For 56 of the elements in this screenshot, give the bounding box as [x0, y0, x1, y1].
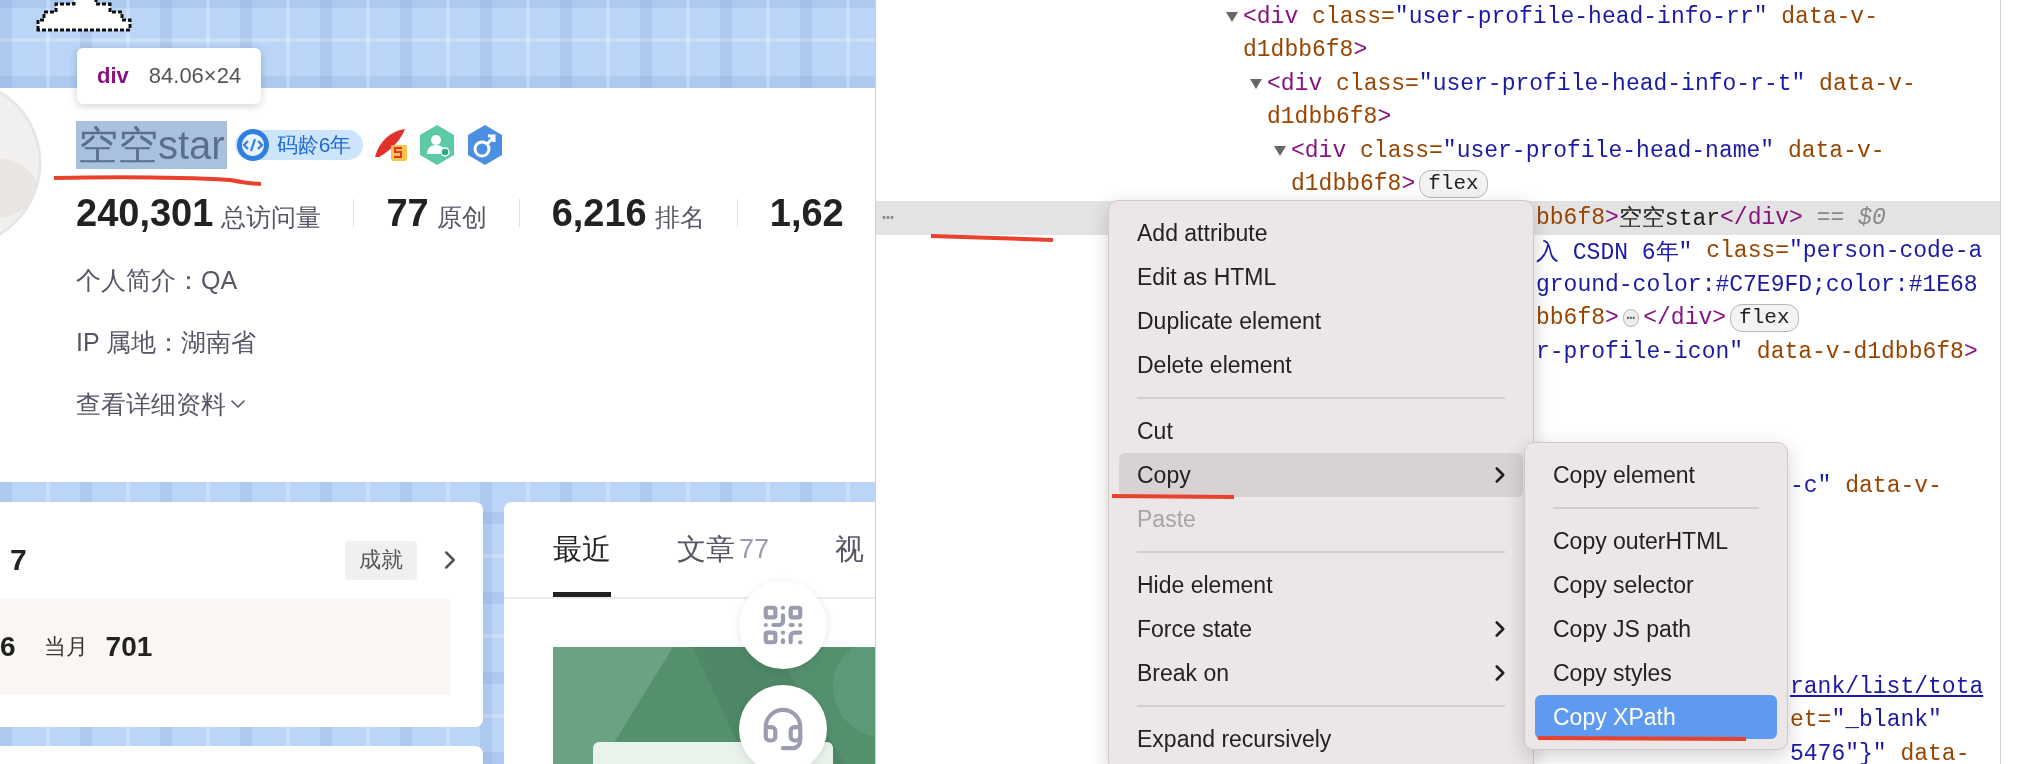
stat-value: 1,62	[769, 191, 844, 235]
tag-text: <div	[1243, 3, 1299, 30]
stat-label: 排名	[654, 201, 705, 233]
user-name: 空空star	[76, 121, 227, 169]
intro-text: 个人简介：QA	[76, 265, 239, 296]
stat-label: 原创	[436, 201, 487, 233]
attribute-value: -c"	[1790, 472, 1832, 499]
attribute-name: bb6f8	[1536, 204, 1605, 231]
stat-value: 6,216	[551, 191, 647, 235]
attribute-name: d1dbb6f8	[1267, 104, 1378, 131]
tag-text: >	[1605, 305, 1619, 332]
total-value: 701	[105, 631, 153, 663]
attribute-name: data-v-	[1780, 3, 1878, 30]
attribute-value: r-profile-icon"	[1536, 338, 1744, 365]
attribute-name: data-v-	[1818, 70, 1916, 97]
node-text: 空空star	[1618, 204, 1721, 234]
attribute-name: d1dbb6f8	[1243, 37, 1354, 64]
tag-text: >	[1353, 37, 1368, 64]
tag-text: </div>	[1643, 305, 1727, 332]
location-text: IP 属地：湖南省	[76, 327, 258, 358]
coding-age-badge: 码龄6年	[234, 130, 364, 160]
stat-label: 总访问量	[221, 201, 322, 233]
attribute-value: ground-color:#C7E9FD;color:#1E68	[1536, 271, 1978, 298]
attribute-name: data-	[1899, 740, 1970, 764]
attribute-value: 入 CSDN 6年"	[1536, 238, 1693, 267]
total-value: 6	[0, 631, 16, 663]
attribute-name: et=	[1790, 707, 1832, 734]
total-label: 当月	[43, 633, 88, 661]
attribute-name: data-v-	[1786, 137, 1885, 164]
tag-text: >	[1377, 104, 1392, 131]
selected-marker: == $0	[1815, 204, 1886, 231]
tag-text: <div	[1291, 137, 1347, 164]
stat-value: 77	[386, 191, 429, 235]
achievement-count: 7	[10, 543, 28, 577]
attribute-value: "_blank"	[1831, 707, 1942, 734]
tag-text: <div	[1267, 70, 1323, 97]
attribute-name: data-v-d1dbb6f8	[1755, 338, 1964, 365]
tooltip-tag: div	[97, 63, 129, 89]
tag-text: </div>	[1720, 204, 1803, 231]
attribute-name: class=	[1359, 137, 1443, 164]
tag-text: >	[1963, 338, 1978, 365]
attribute-name: d1dbb6f8	[1291, 171, 1402, 198]
attribute-value: "person-code-a	[1789, 238, 1983, 265]
attribute-value: "user-profile-head-info-rr"	[1394, 3, 1768, 30]
tag-text: >	[1605, 204, 1619, 231]
attribute-value: "user-profile-head-name"	[1442, 137, 1775, 164]
attribute-name: bb6f8	[1536, 305, 1605, 332]
attribute-value: 5476"}"	[1790, 740, 1887, 764]
attribute-name: class=	[1705, 238, 1790, 265]
tooltip-size: 84.06×24	[148, 63, 242, 89]
tag-text: >	[1401, 171, 1416, 198]
attribute-name: class=	[1311, 3, 1395, 30]
stat-value: 240,301	[76, 191, 214, 235]
attribute-name: class=	[1335, 70, 1419, 97]
attribute-name: data-v-	[1844, 472, 1942, 499]
attribute-value: "user-profile-head-info-r-t"	[1418, 70, 1806, 97]
